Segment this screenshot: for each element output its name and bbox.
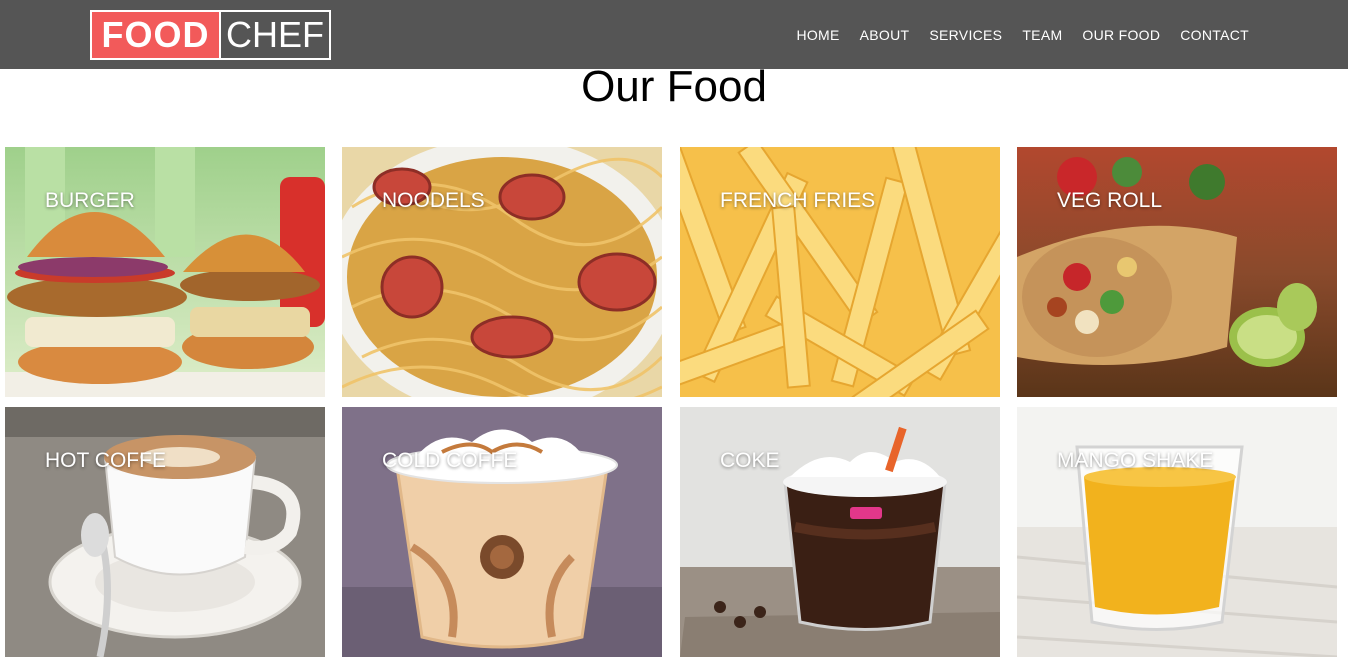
food-tile-cold-coffee[interactable]: COLD COFFE xyxy=(342,407,662,657)
food-label: NOODELS xyxy=(382,189,485,212)
section-title: Our Food xyxy=(581,62,767,111)
food-tile-french-fries[interactable]: FRENCH FRIES xyxy=(680,147,1000,397)
coke-image xyxy=(680,407,1000,657)
mango-shake-image xyxy=(1017,407,1337,657)
hot-coffee-image xyxy=(5,407,325,657)
food-label: COLD COFFE xyxy=(382,449,518,472)
food-tile-coke[interactable]: COKE xyxy=(680,407,1000,657)
food-label: BURGER xyxy=(45,189,135,212)
logo[interactable]: FOOD CHEF xyxy=(90,10,331,60)
food-label: HOT COFFE xyxy=(45,449,166,472)
food-tile-mango-shake[interactable]: MANGO SHAKE xyxy=(1017,407,1337,657)
navbar: FOOD CHEF HOME ABOUT SERVICES TEAM OUR F… xyxy=(0,0,1348,69)
noodles-image xyxy=(342,147,662,397)
veg-roll-image xyxy=(1017,147,1337,397)
nav-services[interactable]: SERVICES xyxy=(929,27,1002,43)
food-tile-burger[interactable]: BURGER xyxy=(5,147,325,397)
cold-coffee-image xyxy=(342,407,662,657)
food-tile-veg-roll[interactable]: VEG ROLL xyxy=(1017,147,1337,397)
logo-food-text: FOOD xyxy=(92,12,221,58)
nav-home[interactable]: HOME xyxy=(796,27,839,43)
food-label: MANGO SHAKE xyxy=(1057,449,1214,472)
food-tile-hot-coffee[interactable]: HOT COFFE xyxy=(5,407,325,657)
nav-about[interactable]: ABOUT xyxy=(860,27,910,43)
food-label: VEG ROLL xyxy=(1057,189,1163,212)
burger-image xyxy=(5,147,325,397)
nav-contact[interactable]: CONTACT xyxy=(1180,27,1249,43)
food-label: COKE xyxy=(720,449,780,472)
logo-chef-text: CHEF xyxy=(226,14,324,55)
main-nav: HOME ABOUT SERVICES TEAM OUR FOOD CONTAC… xyxy=(776,0,1249,69)
nav-team[interactable]: TEAM xyxy=(1022,27,1062,43)
french-fries-image xyxy=(680,147,1000,397)
food-tile-noodles[interactable]: NOODELS xyxy=(342,147,662,397)
food-label: FRENCH FRIES xyxy=(720,189,876,212)
nav-our-food[interactable]: OUR FOOD xyxy=(1082,27,1160,43)
